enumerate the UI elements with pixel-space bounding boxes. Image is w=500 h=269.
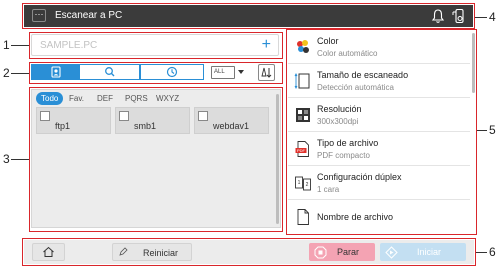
callout-line-5: [477, 130, 487, 131]
callout-frame-4: [22, 3, 475, 29]
callout-line-3: [11, 159, 29, 160]
callout-frame-3: [29, 87, 283, 232]
callout-4: 4: [489, 10, 496, 24]
callout-3: 3: [3, 152, 10, 166]
callout-frame-1: [29, 32, 283, 59]
callout-frame-2: [29, 62, 283, 84]
callout-line-2: [11, 73, 29, 74]
callout-frame-6: [22, 238, 476, 266]
callout-line-1: [11, 45, 29, 46]
callout-5: 5: [489, 123, 496, 137]
callout-line-6: [476, 252, 487, 253]
callout-1: 1: [3, 38, 10, 52]
callout-6: 6: [489, 245, 496, 259]
callout-frame-5: [286, 29, 477, 235]
callout-line-4: [475, 17, 487, 18]
callout-2: 2: [3, 66, 10, 80]
